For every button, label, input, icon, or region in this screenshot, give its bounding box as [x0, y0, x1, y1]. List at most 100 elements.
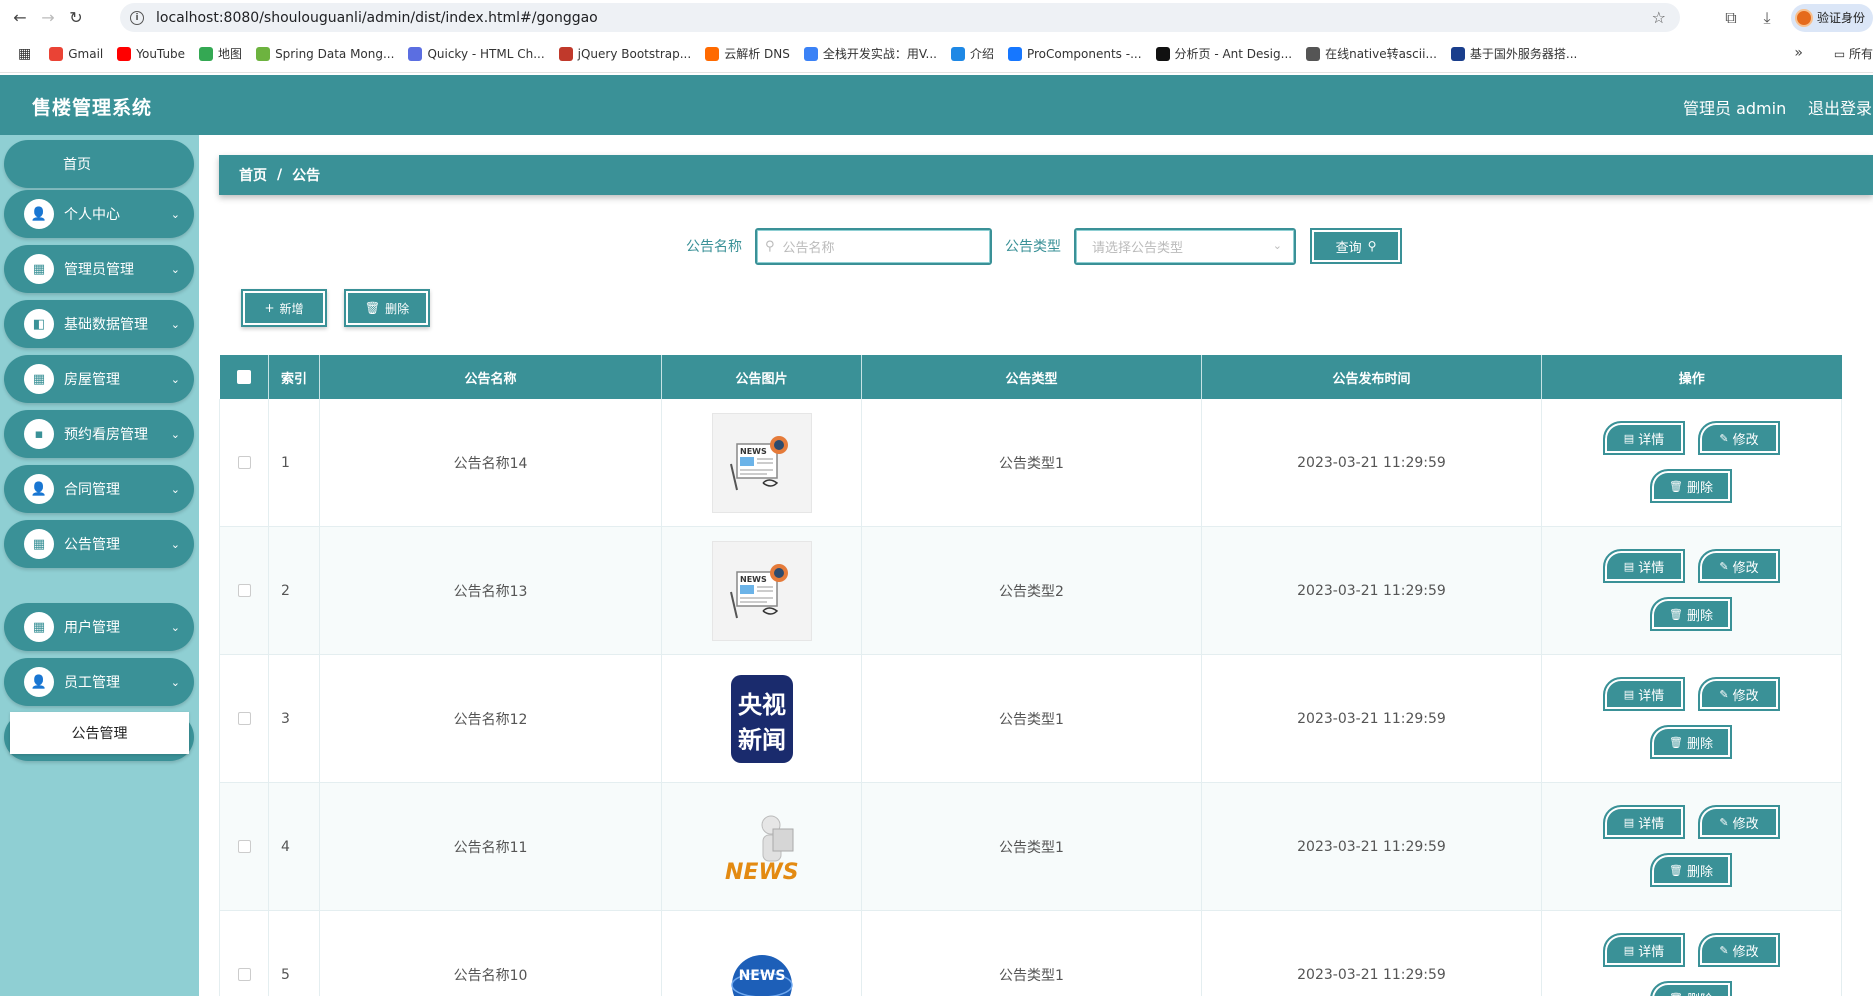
extensions-icon[interactable]: ⧉	[1713, 4, 1749, 32]
edit-button[interactable]: ✎ 修改	[1698, 421, 1780, 455]
type-search-label: 公告类型	[1005, 239, 1061, 255]
bookmark-favicon-icon	[199, 46, 214, 61]
profile-avatar-icon	[1794, 8, 1813, 27]
edit-button[interactable]: ✎ 修改	[1698, 549, 1780, 583]
bookmark-item[interactable]: 全栈开发实战：用V...	[803, 45, 937, 62]
bookmark-item[interactable]: 地图	[199, 45, 242, 62]
news-3d-image: NEWS	[712, 797, 812, 897]
address-bar-url: localhost:8080/shoulouguanli/admin/dist/…	[156, 9, 598, 26]
bookmark-item[interactable]: Quicky - HTML Ch...	[408, 46, 545, 61]
publish-time: 2023-03-21 11:29:59	[1201, 654, 1542, 783]
address-bar[interactable]: i localhost:8080/shoulouguanli/admin/dis…	[120, 3, 1680, 32]
bookmark-item[interactable]: 基于国外服务器搭...	[1450, 45, 1577, 62]
sidebar-item-label: 员工管理	[64, 675, 120, 691]
app-header: 售楼管理系统 管理员 admin 退出登录	[0, 75, 1873, 135]
delete-button[interactable]: 🗑删除	[1650, 853, 1732, 887]
logout-link[interactable]: 退出登录	[1808, 95, 1872, 119]
bookmark-item[interactable]: 云解析 DNS	[705, 45, 790, 62]
chevron-down-icon: ⌄	[170, 427, 180, 441]
sidebar-item[interactable]: 👤 员工管理 ⌄	[4, 658, 194, 706]
detail-button[interactable]: ▤ 详情	[1603, 933, 1685, 967]
bookmark-item[interactable]: jQuery Bootstrap...	[558, 46, 691, 61]
detail-button[interactable]: ▤ 详情	[1603, 677, 1685, 711]
bookmarks-more-icon[interactable]: »	[1794, 45, 1803, 61]
sidebar-item[interactable]: ▦ 公告管理 ⌄	[4, 520, 194, 568]
bookmark-item[interactable]: ProComponents -...	[1007, 46, 1142, 61]
announcement-name: 公告名称11	[319, 782, 662, 911]
sidebar-item[interactable]: ▦ 用户管理 ⌄	[4, 603, 194, 651]
forward-icon[interactable]: →	[34, 4, 62, 32]
announcement-type: 公告类型2	[861, 526, 1202, 655]
announcement-type: 公告类型1	[861, 399, 1202, 527]
delete-button[interactable]: 🗑删除	[1650, 469, 1732, 503]
type-select[interactable]: 请选择公告类型 ⌄	[1074, 228, 1296, 265]
select-all-checkbox[interactable]	[236, 370, 251, 384]
sidebar-item[interactable]: ▦ 房屋管理 ⌄	[4, 355, 194, 403]
sidebar-subitem-announcement[interactable]: 公告管理	[10, 712, 189, 754]
delete-button-label: 删除	[1686, 480, 1713, 496]
sidebar-item[interactable]: ◧ 基础数据管理 ⌄	[4, 300, 194, 348]
edit-button[interactable]: ✎ 修改	[1698, 933, 1780, 967]
column-header: 公告类型	[861, 355, 1202, 399]
row-checkbox[interactable]	[237, 584, 251, 597]
reload-icon[interactable]: ↻	[62, 4, 90, 32]
bookmark-item[interactable]: 在线native转ascii...	[1306, 45, 1437, 62]
search-icon: ⚲	[765, 239, 775, 254]
row-checkbox[interactable]	[237, 712, 251, 725]
delete-button[interactable]: 🗑删除	[1650, 597, 1732, 631]
sidebar-item[interactable]: 👤 合同管理 ⌄	[4, 465, 194, 513]
bookmarks-bar: ▦ Gmail YouTube 地图 Spring Data Mong... Quick…	[0, 35, 1873, 73]
site-info-icon[interactable]: i	[130, 10, 144, 25]
table-header-row: 索引 公告名称 公告图片 公告类型 公告发布时间 操作	[219, 355, 1842, 399]
apps-icon[interactable]: ▦	[18, 46, 31, 62]
row-checkbox[interactable]	[237, 840, 251, 853]
message-icon: ▪	[24, 419, 54, 449]
breadcrumb: 首页 / 公告	[219, 155, 1873, 195]
detail-button[interactable]: ▤ 详情	[1603, 805, 1685, 839]
sidebar-item[interactable]: ▪ 预约看房管理 ⌄	[4, 410, 194, 458]
sidebar-item[interactable]: ▦ 管理员管理 ⌄	[4, 245, 194, 293]
delete-button[interactable]: 🗑删除	[1650, 725, 1732, 759]
breadcrumb-home[interactable]: 首页	[239, 165, 267, 185]
download-icon[interactable]: ⤓	[1749, 4, 1785, 32]
row-checkbox[interactable]	[237, 968, 251, 981]
bookmark-item[interactable]: 介绍	[950, 45, 994, 62]
edit-button[interactable]: ✎ 修改	[1698, 677, 1780, 711]
bookmark-item[interactable]: YouTube	[117, 46, 185, 61]
add-button[interactable]: + 新增	[241, 289, 327, 327]
name-search-label: 公告名称	[686, 239, 742, 255]
delete-button-label: 删除	[1686, 608, 1713, 624]
batch-delete-button[interactable]: 🗑 删除	[344, 289, 430, 327]
detail-button[interactable]: ▤ 详情	[1603, 549, 1685, 583]
name-search-input[interactable]: ⚲ 公告名称	[755, 228, 992, 265]
profile-button[interactable]: 验证身份	[1790, 3, 1873, 32]
sidebar-item[interactable]: 👤 个人中心 ⌄	[4, 190, 194, 238]
edit-icon: ✎	[1719, 687, 1729, 701]
chevron-down-icon: ⌄	[170, 537, 180, 551]
row-operations: ▤详情 ✎修改 🗑删除	[1542, 399, 1841, 526]
query-button[interactable]: 查询 ⚲	[1310, 228, 1402, 264]
detail-button-label: 详情	[1638, 688, 1665, 704]
all-bookmarks-folder[interactable]: ▭ 所有	[1834, 45, 1873, 62]
edit-icon: ✎	[1719, 431, 1729, 445]
delete-button[interactable]: 🗑删除	[1650, 981, 1732, 996]
row-checkbox[interactable]	[237, 456, 251, 469]
row-index: 4	[268, 782, 320, 911]
sidebar-item-home[interactable]: 首页	[4, 140, 194, 188]
news-paper-image: NEWS	[711, 412, 812, 513]
bookmark-item[interactable]: Gmail	[49, 46, 103, 61]
bookmark-item[interactable]: Spring Data Mong...	[256, 46, 394, 61]
edit-button-label: 修改	[1732, 688, 1759, 704]
bookmark-item[interactable]: 分析页 - Ant Desig...	[1155, 45, 1292, 62]
edit-button[interactable]: ✎ 修改	[1698, 805, 1780, 839]
detail-button-label: 详情	[1638, 816, 1665, 832]
app-title: 售楼管理系统	[32, 97, 153, 119]
all-bookmarks-label: 所有	[1848, 47, 1873, 61]
detail-button[interactable]: ▤ 详情	[1603, 421, 1685, 455]
back-icon[interactable]: ←	[6, 4, 34, 32]
breadcrumb-separator: /	[277, 167, 283, 183]
bookmark-star-icon[interactable]: ☆	[1652, 8, 1666, 27]
announcement-image-cell: NEWS	[661, 526, 862, 655]
publish-time: 2023-03-21 11:29:59	[1201, 910, 1542, 996]
announcement-name: 公告名称13	[319, 526, 662, 655]
